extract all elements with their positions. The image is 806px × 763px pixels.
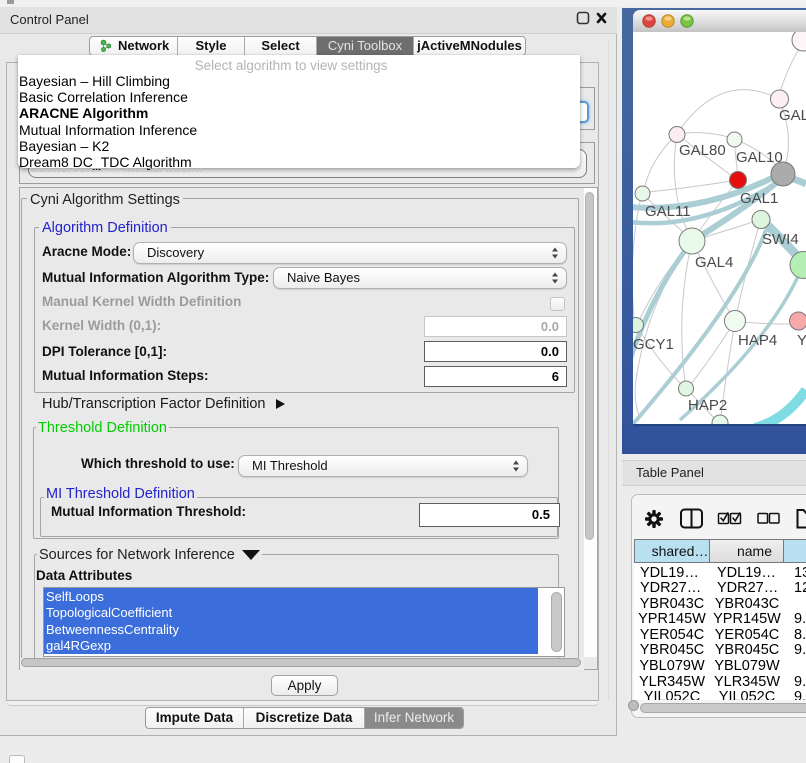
svg-text:GAL11: GAL11: [645, 203, 691, 220]
svg-text:GAL1: GAL1: [740, 190, 778, 207]
svg-text:GAL80: GAL80: [679, 142, 726, 159]
svg-text:Y: Y: [797, 332, 806, 349]
svg-text:GAL4: GAL4: [695, 254, 733, 271]
svg-text:SWI4: SWI4: [762, 231, 799, 248]
svg-text:HAP2: HAP2: [688, 397, 727, 414]
svg-text:GCY1: GCY1: [633, 336, 674, 353]
svg-text:HAP4: HAP4: [738, 332, 777, 349]
svg-text:GAL10: GAL10: [736, 149, 783, 166]
svg-text:GAL2: GAL2: [779, 107, 806, 124]
